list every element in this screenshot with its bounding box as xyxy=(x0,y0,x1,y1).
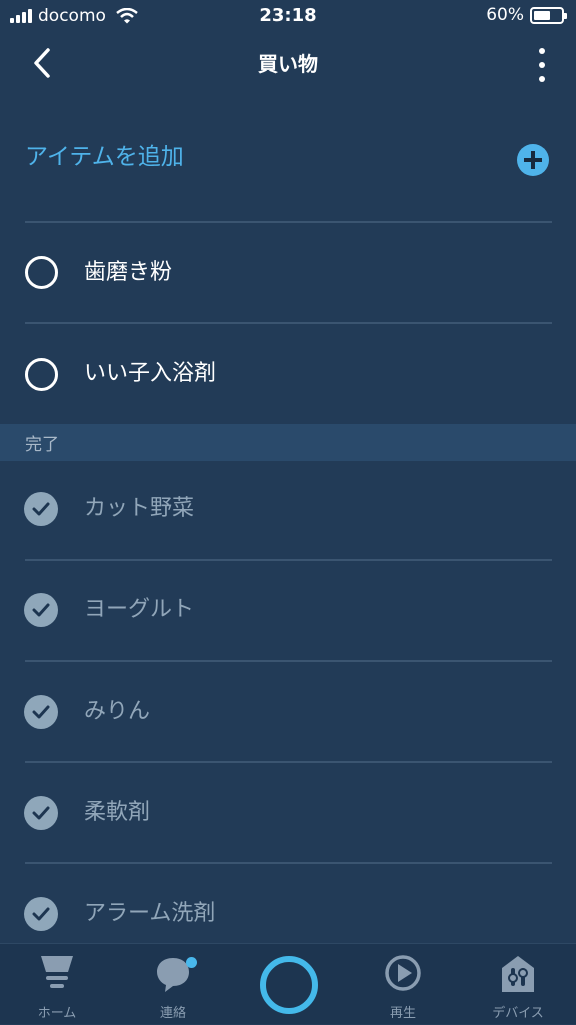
item-label: アラーム洗剤 xyxy=(84,901,216,926)
check-icon[interactable] xyxy=(24,796,58,830)
list-item[interactable]: いい子入浴剤 xyxy=(0,324,576,424)
tab-label: デバイス xyxy=(492,1006,544,1021)
check-icon[interactable] xyxy=(24,492,58,526)
completed-item[interactable]: アラーム洗剤 xyxy=(0,864,576,943)
alexa-button[interactable] xyxy=(260,956,318,1014)
tab-label: 再生 xyxy=(389,1006,416,1021)
tab-communicate[interactable]: 連絡 xyxy=(123,944,223,1025)
page-title: 買い物 xyxy=(258,52,318,76)
check-icon[interactable] xyxy=(24,897,58,931)
item-label: 歯磨き粉 xyxy=(84,260,173,285)
list-item[interactable]: 歯磨き粉 xyxy=(0,223,576,323)
tab-label: 連絡 xyxy=(159,1006,186,1021)
check-icon[interactable] xyxy=(24,593,58,627)
unchecked-circle-icon[interactable] xyxy=(25,256,58,289)
check-icon[interactable] xyxy=(24,695,58,729)
completed-item[interactable]: みりん xyxy=(0,662,576,762)
play-icon xyxy=(385,955,421,991)
completed-item[interactable]: カット野菜 xyxy=(0,461,576,561)
home-icon xyxy=(41,956,73,988)
plus-circle-icon[interactable] xyxy=(517,144,549,176)
tab-play[interactable]: 再生 xyxy=(353,944,453,1025)
more-button[interactable] xyxy=(534,48,550,82)
tab-home[interactable]: ホーム xyxy=(7,944,107,1025)
status-bar: docomo 23:18 60% xyxy=(0,0,576,34)
tab-bar: ホーム 連絡 再生 デバイス xyxy=(0,943,576,1024)
add-item-label[interactable]: アイテムを追加 xyxy=(25,137,184,171)
completed-item[interactable]: ヨーグルト xyxy=(0,561,576,661)
tab-label: ホーム xyxy=(37,1006,77,1021)
unchecked-circle-icon[interactable] xyxy=(25,358,58,391)
header: 買い物 xyxy=(0,34,576,94)
add-item-row[interactable]: アイテムを追加 xyxy=(0,120,576,220)
completed-item[interactable]: 柔軟剤 xyxy=(0,763,576,863)
item-label: 柔軟剤 xyxy=(84,800,151,825)
devices-icon xyxy=(502,956,534,992)
tab-devices[interactable]: デバイス xyxy=(468,944,568,1025)
more-vertical-icon xyxy=(539,48,545,54)
item-label: いい子入浴剤 xyxy=(84,361,217,386)
battery-icon xyxy=(530,6,567,24)
section-title: 完了 xyxy=(25,435,59,455)
item-label: ヨーグルト xyxy=(84,597,195,622)
notification-dot xyxy=(186,957,197,968)
battery-percent: 60% xyxy=(486,5,524,25)
item-label: みりん xyxy=(84,699,151,724)
status-right: 60% xyxy=(486,5,567,25)
item-label: カット野菜 xyxy=(84,496,195,521)
completed-section-header: 完了 xyxy=(0,424,576,461)
